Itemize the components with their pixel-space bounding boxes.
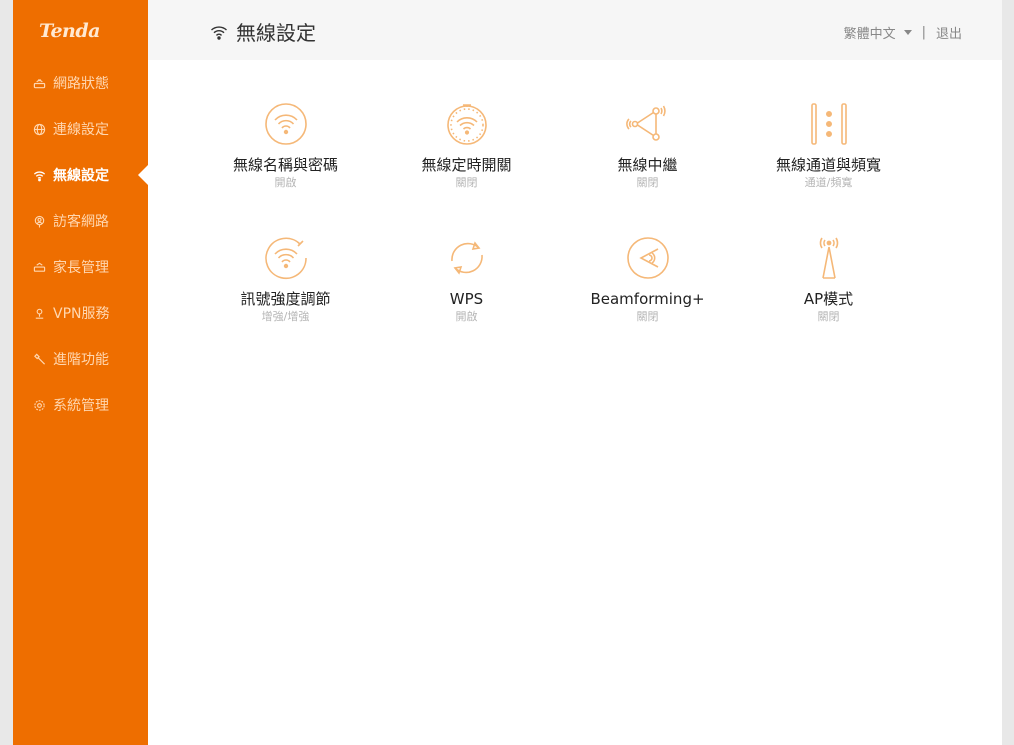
tile-status: 關閉	[455, 176, 478, 189]
parental-icon	[32, 260, 46, 274]
tile-title: 無線定時開關	[421, 156, 512, 174]
sidebar-item-system[interactable]: 系統管理	[13, 382, 148, 428]
tile-wifi-schedule[interactable]: 無線定時開關 關閉	[376, 100, 557, 234]
gear-icon	[32, 398, 46, 412]
page-title-text: 無線設定	[236, 21, 316, 45]
sidebar-item-label: 無線設定	[53, 168, 109, 184]
tile-title: 無線中繼	[617, 156, 678, 174]
tile-status: 開啟	[274, 176, 297, 189]
tile-status: 關閉	[636, 310, 659, 323]
tile-title: Beamforming+	[590, 290, 705, 308]
wifi-icon	[32, 168, 46, 182]
language-label: 繁體中文	[843, 27, 896, 42]
sidebar-item-label: 訪客網路	[53, 214, 109, 230]
vpn-icon	[32, 306, 46, 320]
header-actions: 繁體中文 | 退出	[844, 23, 962, 42]
sidebar-item-label: 網路狀態	[53, 76, 109, 92]
sidebar-nav: 網路狀態 連線設定 無線設定 訪客網路 家長管理 VPN服務 進階功能 系統管理	[13, 60, 148, 428]
wifi-timer-icon	[443, 100, 491, 148]
page-header: 無線設定 繁體中文 | 退出	[148, 0, 1002, 60]
router-icon	[32, 76, 46, 90]
guest-icon	[32, 214, 46, 228]
tile-wifi-name-password[interactable]: 無線名稱與密碼 開啟	[195, 100, 376, 234]
ap-mode-icon	[805, 234, 853, 282]
wrench-icon	[32, 352, 46, 366]
tile-wps[interactable]: WPS 開啟	[376, 234, 557, 368]
sidebar-item-label: 進階功能	[53, 352, 109, 368]
logout-link[interactable]: 退出	[936, 23, 962, 42]
sidebar-item-label: 家長管理	[53, 260, 109, 276]
sidebar-item-advanced[interactable]: 進階功能	[13, 336, 148, 382]
chevron-down-icon	[903, 30, 912, 35]
tile-status: 關閉	[817, 310, 840, 323]
tile-title: 無線通道與頻寬	[775, 156, 881, 174]
tile-title: 訊號強度調節	[240, 290, 331, 308]
tile-beamforming[interactable]: Beamforming+ 關閉	[557, 234, 738, 368]
wps-icon	[443, 234, 491, 282]
sidebar-item-label: 連線設定	[53, 122, 109, 138]
sidebar-item-network-status[interactable]: 網路狀態	[13, 60, 148, 106]
tile-status: 關閉	[636, 176, 659, 189]
sidebar-item-connection[interactable]: 連線設定	[13, 106, 148, 152]
tile-title: AP模式	[803, 290, 854, 308]
sidebar-item-parental[interactable]: 家長管理	[13, 244, 148, 290]
tile-status: 通道/頻寬	[804, 176, 853, 189]
sidebar-item-label: 系統管理	[53, 398, 109, 414]
sidebar-item-label: VPN服務	[53, 306, 110, 322]
sidebar: Tenda 網路狀態 連線設定 無線設定 訪客網路 家長管理 VPN服務 進階功…	[13, 0, 148, 745]
page-title: 無線設定	[210, 17, 316, 46]
tile-status: 增強/增強	[261, 310, 310, 323]
tile-ap-mode[interactable]: AP模式 關閉	[738, 234, 919, 368]
tile-title: 無線名稱與密碼	[232, 156, 338, 174]
sidebar-item-guest[interactable]: 訪客網路	[13, 198, 148, 244]
globe-icon	[32, 122, 46, 136]
header-separator: |	[921, 25, 926, 40]
tenda-logo: Tenda	[39, 20, 100, 42]
signal-strength-icon	[262, 234, 310, 282]
channel-bandwidth-icon	[805, 100, 853, 148]
tile-title: WPS	[449, 290, 484, 308]
sidebar-item-wireless[interactable]: 無線設定	[13, 152, 148, 198]
app-frame: Tenda 網路狀態 連線設定 無線設定 訪客網路 家長管理 VPN服務 進階功…	[13, 0, 1002, 745]
tile-signal-strength[interactable]: 訊號強度調節 增強/增強	[195, 234, 376, 368]
wireless-settings-grid: 無線名稱與密碼 開啟 無線定時開關 關閉 無線中繼 關閉 無線通道與頻寬 通道/…	[195, 100, 919, 368]
wifi-circle-icon	[262, 100, 310, 148]
wifi-icon	[211, 25, 227, 40]
tile-channel-bandwidth[interactable]: 無線通道與頻寬 通道/頻寬	[738, 100, 919, 234]
tile-wireless-repeater[interactable]: 無線中繼 關閉	[557, 100, 738, 234]
tile-status: 開啟	[455, 310, 478, 323]
beamforming-icon	[624, 234, 672, 282]
repeater-icon	[624, 100, 672, 148]
language-select[interactable]: 繁體中文	[844, 23, 912, 42]
sidebar-item-vpn[interactable]: VPN服務	[13, 290, 148, 336]
